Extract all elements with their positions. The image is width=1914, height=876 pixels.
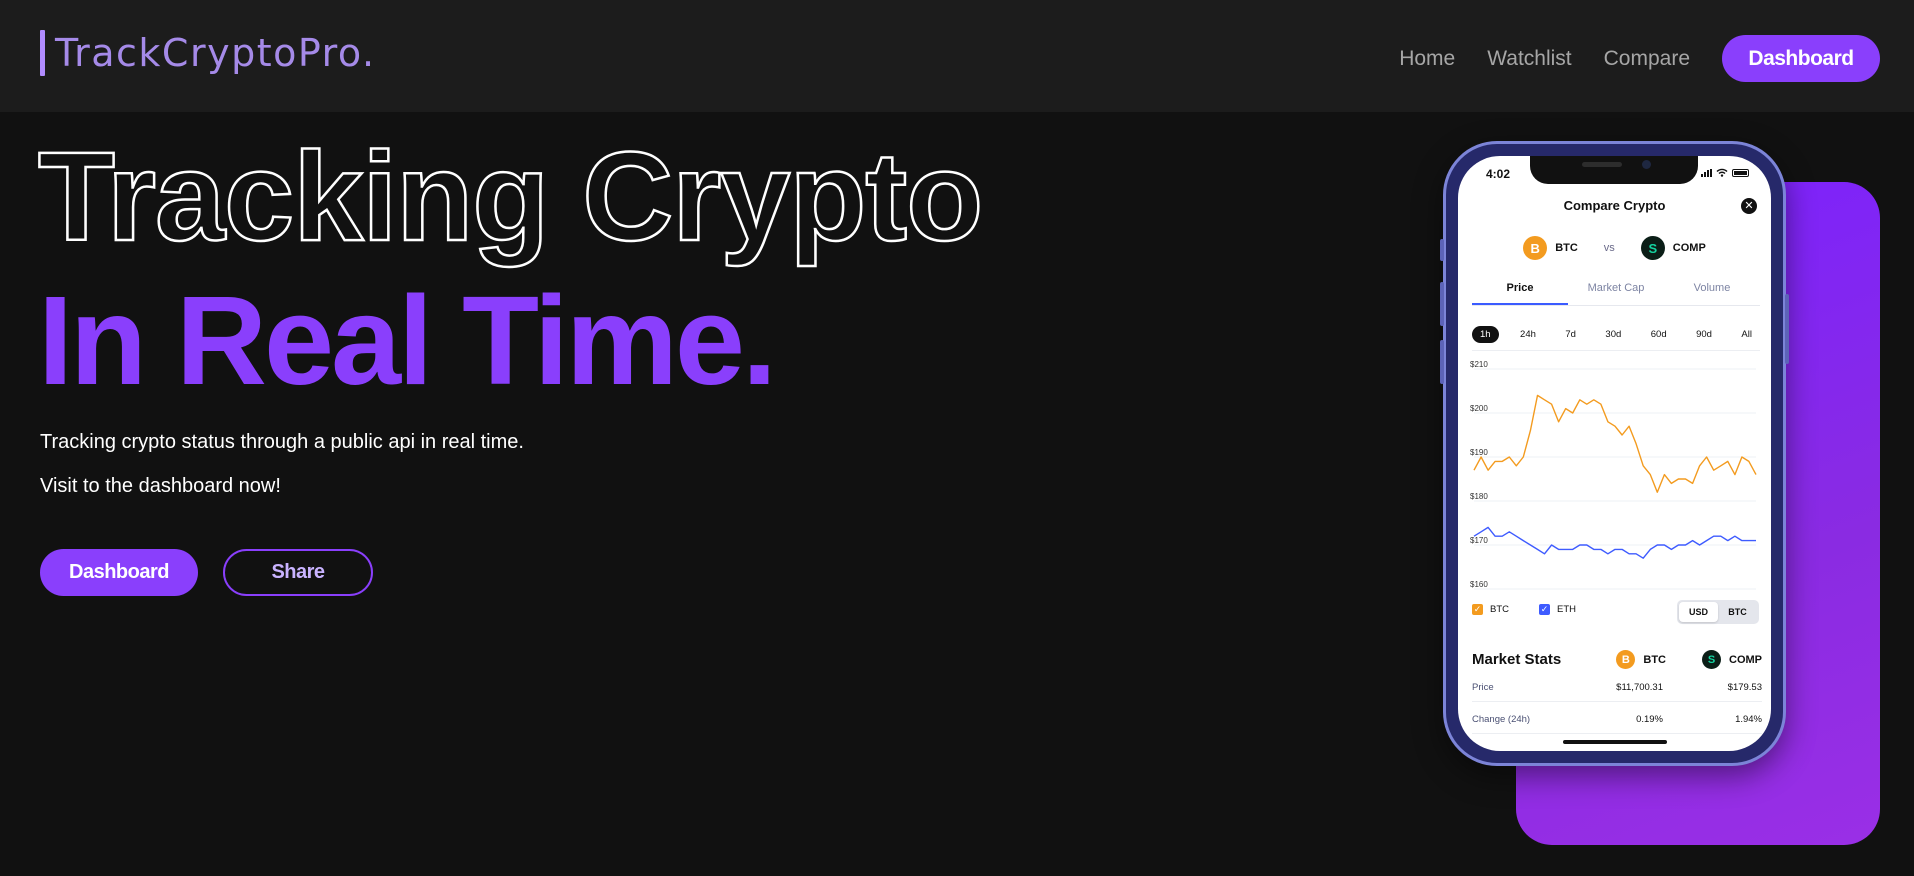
market-stats-title: Market Stats [1472, 651, 1562, 668]
range-90d[interactable]: 90d [1688, 326, 1720, 343]
market-stats-header: Market Stats B BTC S COMP [1472, 650, 1762, 669]
coin-selector: B BTC vs S COMP [1458, 236, 1771, 260]
stats-value-btc: $11,700.31 [1616, 682, 1663, 693]
vs-label: vs [1603, 242, 1615, 254]
stats-label: Price [1472, 682, 1494, 693]
y-tick-label: $210 [1470, 361, 1488, 369]
signal-icon [1701, 168, 1712, 177]
chart-y-labels: $210 $200 $190 $180 $170 $160 [1470, 361, 1488, 589]
range-7d[interactable]: 7d [1557, 326, 1584, 343]
status-icons [1701, 168, 1749, 177]
phone-screen: 4:02 Compare Crypto ✕ B BTC vs S COMP Pr… [1458, 156, 1771, 751]
stats-value-comp: $179.53 [1727, 682, 1762, 693]
range-24h[interactable]: 24h [1512, 326, 1544, 343]
market-stats-coin1-label: BTC [1643, 653, 1666, 666]
tab-volume[interactable]: Volume [1664, 278, 1760, 305]
series-line-eth [1473, 526, 1756, 559]
checkbox-btc-icon[interactable]: ✓ [1472, 604, 1483, 615]
phone-side-button [1440, 340, 1444, 384]
stats-row-change: Change (24h) 0.19% 1.94% [1472, 706, 1762, 734]
currency-usd[interactable]: USD [1679, 602, 1718, 622]
stats-value-comp: 1.94% [1735, 714, 1762, 725]
logo[interactable]: TrackCryptoPro. [40, 30, 376, 76]
currency-btc[interactable]: BTC [1718, 602, 1757, 622]
y-tick-label: $190 [1470, 448, 1488, 457]
nav-dashboard-button[interactable]: Dashboard [1722, 35, 1880, 82]
chart-legend: ✓ BTC ✓ ETH [1472, 604, 1576, 615]
hero-title-accent: In Real Time. [38, 270, 777, 411]
chart-grid [1474, 368, 1756, 590]
phone-side-button [1440, 239, 1444, 261]
hero-title-outline: Tracking Crypto [37, 126, 985, 267]
logo-text: TrackCryptoPro. [55, 31, 376, 75]
bitcoin-icon: B [1616, 650, 1636, 669]
y-tick-label: $200 [1470, 404, 1488, 413]
home-indicator [1563, 740, 1667, 744]
range-all[interactable]: All [1733, 326, 1760, 343]
compare-title: Compare Crypto [1563, 198, 1666, 213]
phone-mockup: 4:02 Compare Crypto ✕ B BTC vs S COMP Pr… [1440, 141, 1789, 766]
hero-dashboard-button[interactable]: Dashboard [40, 549, 198, 596]
nav-links: Home Watchlist Compare Dashboard [1399, 35, 1880, 82]
range-1h[interactable]: 1h [1472, 326, 1499, 343]
compound-icon: S [1640, 236, 1665, 260]
hero-share-button[interactable]: Share [223, 549, 373, 596]
currency-toggle: USD BTC [1677, 600, 1759, 624]
coin1-label[interactable]: BTC [1555, 242, 1578, 254]
chart-series [1473, 394, 1757, 559]
series-line-btc [1473, 394, 1757, 493]
close-icon[interactable]: ✕ [1741, 198, 1757, 214]
coin2-label[interactable]: COMP [1673, 242, 1706, 254]
range-60d[interactable]: 60d [1643, 326, 1675, 343]
nav-link-home[interactable]: Home [1399, 35, 1455, 82]
price-chart: $210 $200 $190 $180 $170 $160 [1470, 361, 1757, 590]
speaker-icon [1582, 162, 1622, 167]
market-stats-coin2: S COMP [1702, 650, 1762, 669]
camera-icon [1642, 160, 1651, 169]
wifi-icon [1716, 168, 1728, 177]
nav-link-compare[interactable]: Compare [1604, 35, 1690, 82]
tab-market-cap[interactable]: Market Cap [1568, 278, 1664, 305]
hero-cta-text: Visit to the dashboard now! [40, 475, 281, 497]
logo-bar [40, 30, 45, 76]
y-tick-label: $180 [1470, 492, 1488, 501]
checkbox-eth-icon[interactable]: ✓ [1539, 604, 1550, 615]
range-30d[interactable]: 30d [1597, 326, 1629, 343]
phone-power-button [1785, 294, 1789, 364]
metric-tabs: Price Market Cap Volume [1472, 278, 1760, 306]
stats-row-price: Price $11,700.31 $179.53 [1472, 674, 1762, 702]
stats-label: Change (24h) [1472, 714, 1531, 725]
phone-side-button [1440, 282, 1444, 326]
stats-value-btc: 0.19% [1636, 714, 1663, 725]
y-tick-label: $160 [1470, 580, 1488, 589]
nav-link-watchlist[interactable]: Watchlist [1487, 35, 1571, 82]
phone-notch [1530, 156, 1698, 184]
bitcoin-icon: B [1523, 236, 1548, 260]
tab-price[interactable]: Price [1472, 278, 1568, 305]
status-time: 4:02 [1486, 167, 1511, 181]
legend-eth: ETH [1557, 604, 1576, 615]
legend-btc: BTC [1490, 604, 1509, 615]
market-stats-coin2-label: COMP [1729, 653, 1762, 666]
y-tick-label: $170 [1470, 536, 1488, 545]
battery-icon [1732, 168, 1749, 177]
market-stats-coin1: B BTC [1616, 650, 1666, 669]
time-range-selector: 1h 24h 7d 30d 60d 90d All [1472, 326, 1760, 351]
compound-icon: S [1702, 650, 1721, 669]
hero-description: Tracking crypto status through a public … [40, 431, 524, 453]
navbar: TrackCryptoPro. Home Watchlist Compare D… [0, 0, 1914, 112]
